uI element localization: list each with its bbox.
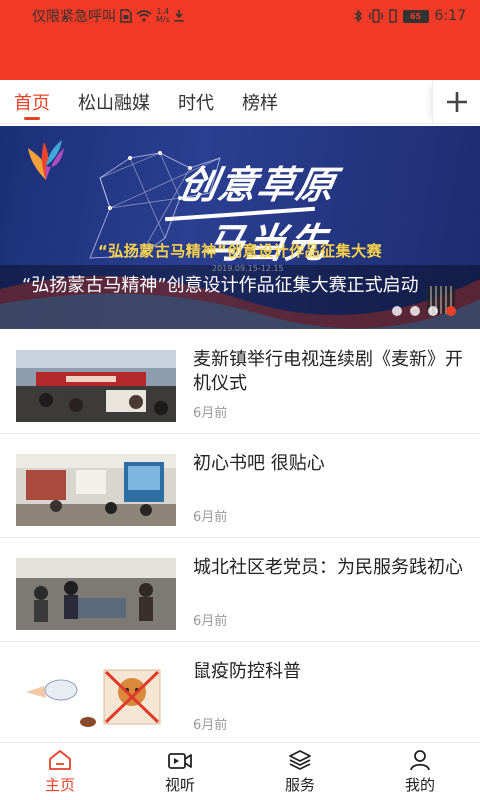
news-title: 城北社区老党员：为民服务践初心 (193, 557, 463, 578)
signal-off-icon (388, 9, 397, 23)
nav-services-label: 服务 (284, 775, 315, 794)
event-logo-icon (28, 140, 64, 180)
news-item[interactable]: 鼠疫防控科普 6月前 (0, 642, 480, 746)
clock: 6:17 (434, 8, 466, 24)
news-title: 鼠疫防控科普 (193, 661, 301, 682)
channel-tabs: 首页 松山融媒 时代 榜样 (0, 80, 432, 124)
nav-services[interactable]: 服务 (240, 743, 360, 800)
tab-era[interactable]: 时代 (178, 80, 214, 124)
news-item[interactable]: 初心书吧 很贴心 6月前 (0, 434, 480, 538)
nav-profile-label: 我的 (404, 775, 435, 794)
tab-songshan-media[interactable]: 松山融媒 (78, 80, 150, 124)
plus-icon (446, 91, 468, 113)
banner-headline-line1: 创意草原 (175, 162, 340, 207)
news-thumbnail (16, 454, 176, 526)
news-thumbnail (16, 662, 176, 734)
carousel-dot-active[interactable] (446, 306, 456, 316)
home-icon (48, 749, 72, 771)
app-header: 仅限紧急呼叫 1.4 M/s 65 6:17 (0, 0, 480, 80)
carousel-dot[interactable] (392, 306, 402, 316)
news-item[interactable]: 城北社区老党员：为民服务践初心 6月前 (0, 538, 480, 642)
network-speed-unit: M/s (156, 15, 170, 24)
nav-profile[interactable]: 我的 (360, 743, 480, 800)
news-thumbnail (16, 350, 176, 422)
news-item[interactable]: 麦新镇举行电视连续剧《麦新》开机仪式 6月前 (0, 330, 480, 434)
banner-caption: “弘扬蒙古马精神”创意设计作品征集大赛正式启动 (22, 275, 419, 296)
layers-icon (288, 749, 312, 771)
video-icon (168, 749, 192, 771)
bluetooth-icon (354, 9, 363, 23)
status-bar: 仅限紧急呼叫 1.4 M/s 65 6:17 (0, 0, 480, 32)
nav-video[interactable]: 视听 (120, 743, 240, 800)
channel-tab-bar: 首页 松山融媒 时代 榜样 (0, 79, 480, 124)
status-left: 仅限紧急呼叫 1.4 M/s (32, 6, 184, 26)
user-icon (408, 749, 432, 771)
news-list: 麦新镇举行电视连续剧《麦新》开机仪式 6月前 初心书吧 很贴心 6月前 城北社区… (0, 330, 480, 746)
nav-home-label: 主页 (44, 775, 75, 794)
carousel-dot[interactable] (410, 306, 420, 316)
tab-home[interactable]: 首页 (14, 80, 50, 124)
news-thumbnail (16, 558, 176, 630)
news-title: 初心书吧 很贴心 (193, 453, 325, 474)
carousel-dot[interactable] (428, 306, 438, 316)
vibrate-icon (368, 9, 383, 23)
news-time: 6月前 (193, 614, 228, 629)
news-time: 6月前 (193, 718, 228, 733)
nav-home[interactable]: 主页 (0, 743, 120, 800)
carousel-indicators (392, 306, 456, 316)
news-time: 6月前 (193, 510, 228, 525)
carrier-text: 仅限紧急呼叫 (32, 9, 116, 25)
nav-video-label: 视听 (164, 775, 195, 794)
news-time: 6月前 (193, 406, 228, 421)
status-right: 65 6:17 (354, 8, 466, 24)
wifi-icon (136, 10, 152, 22)
download-icon (174, 10, 184, 22)
banner-carousel[interactable]: 创意草原 马当先 “弘扬蒙古马精神”创意设计作品征集大赛 2019.09.15-… (0, 126, 480, 329)
banner-subtitle: “弘扬蒙古马精神”创意设计作品征集大赛 (97, 242, 383, 260)
news-title: 麦新镇举行电视连续剧《麦新》开机仪式 (193, 349, 463, 394)
network-speed: 1.4 M/s (156, 8, 170, 24)
battery-indicator: 65 (402, 9, 429, 23)
bottom-navigation: 主页 视听 服务 我的 (0, 742, 480, 800)
add-channel-button[interactable] (432, 79, 480, 124)
tab-role-models[interactable]: 榜样 (242, 80, 278, 124)
sim-card-icon (120, 9, 132, 23)
